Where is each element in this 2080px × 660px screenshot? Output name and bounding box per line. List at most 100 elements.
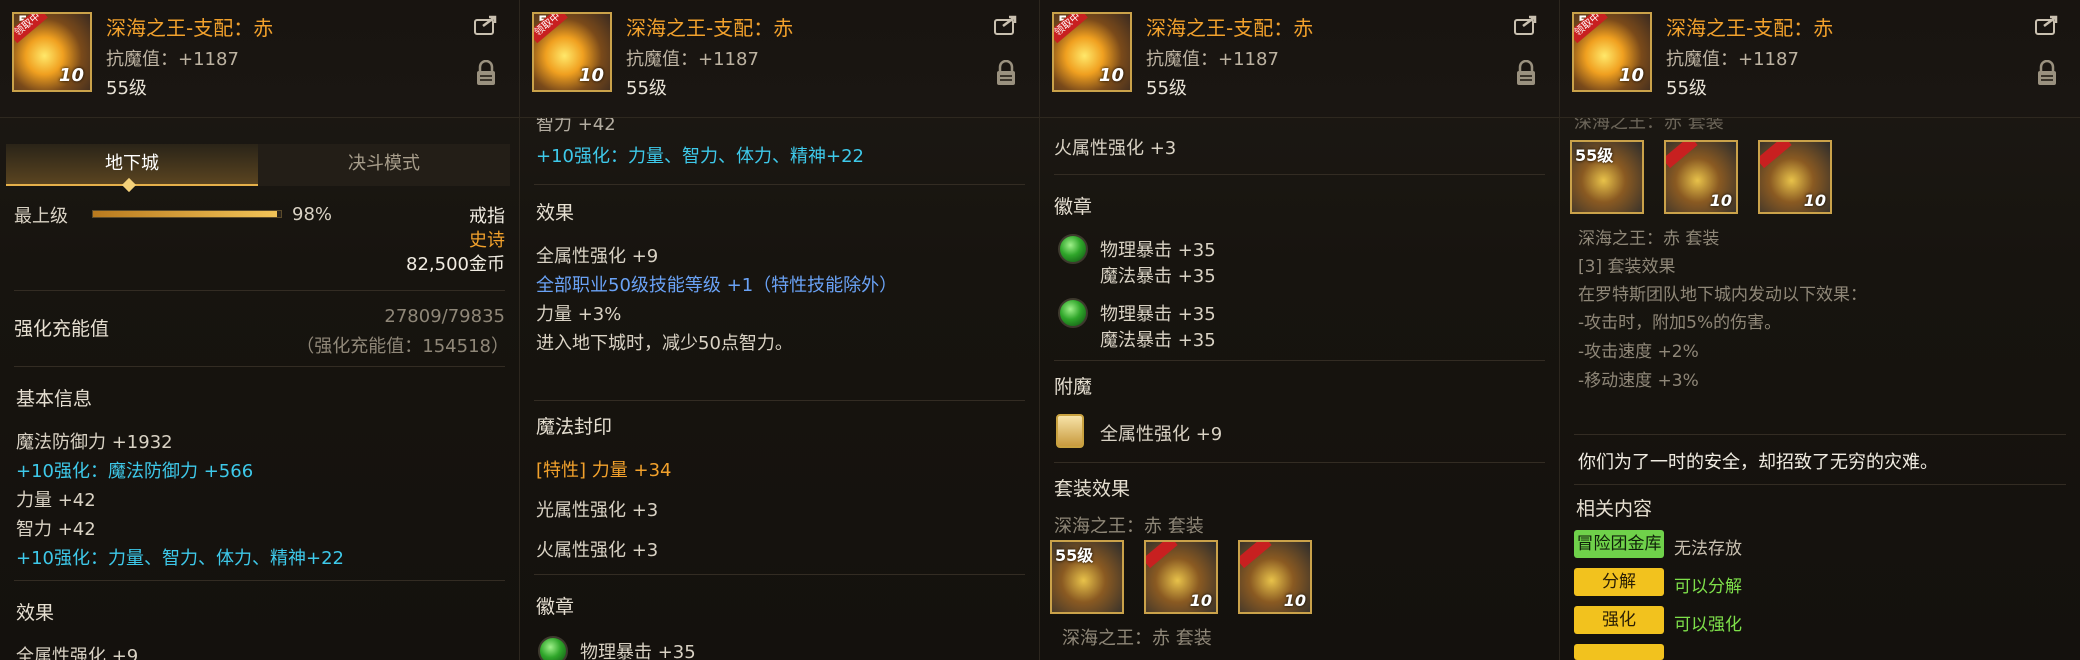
share-icon[interactable] [2034,14,2060,36]
thumb-upgrade-badge: 10 [1709,191,1732,210]
icon-upgrade-badge: 10 [1098,65,1124,86]
green-emblem-icon [1058,298,1088,328]
divider [1574,434,2066,435]
tooltip-body: 火属性强化 +3 徽章 物理暴击 +35 魔法暴击 +35 物理暴击 +35 魔… [1040,118,1559,660]
item-rarity: 史诗 [469,230,505,251]
divider [1574,484,2066,485]
set-effect-title: 套装效果 [1054,478,1131,500]
lock-icon[interactable] [2036,59,2058,86]
green-emblem-icon [538,636,568,660]
basic-info-title: 基本信息 [16,388,93,410]
divider [534,574,1025,575]
basic-line-5: +10强化：力量、智力、体力、精神+22 [16,548,344,569]
seal-line-1: [特性] 力量 +34 [536,456,672,482]
basic-line-1: 魔法防御力 +1932 [16,432,173,453]
set-effect-line-4: -移动速度 +3% [1578,371,1699,391]
set-effect-line-2: -攻击时，附加5%的伤害。 [1578,313,1782,333]
set-item-thumb[interactable]: 10 [1238,540,1312,614]
tooltip-body: 智力 +42 +10强化：力量、智力、体力、精神+22 效果 全属性强化 +9 … [520,114,1039,660]
divider [1054,174,1545,175]
seal-title: 魔法封印 [536,416,613,438]
set-item-thumb[interactable]: 10 [1144,540,1218,614]
share-icon[interactable] [473,14,499,36]
related-desc-1: 无法存放 [1674,539,1742,559]
effect-title: 效果 [536,202,575,224]
divider [14,580,505,581]
divider [14,290,505,291]
set-item-thumb[interactable]: 55级 [1050,540,1124,614]
icon-upgrade-badge: 10 [58,65,84,86]
item-header: 55 领取中 10 深海之王-支配：赤 抗魔值：+1187 55级 [520,0,1039,118]
thumb-ribbon [1146,542,1178,569]
item-header: 55 领取中 10 深海之王-支配：赤 抗魔值：+1187 55级 [1560,0,2080,118]
set-caption: 深海之王：赤 套装 [1578,229,1720,249]
effect-line-2: 全部职业50级技能等级 +1（特性技能除外） [536,275,898,296]
item-name: 深海之王-支配：赤 [106,16,274,40]
grade-label: 最上级 [14,206,68,227]
tag-partial[interactable] [1574,644,1664,660]
green-emblem-icon [1058,234,1088,264]
item-resist: 抗魔值：+1187 [626,49,759,70]
item-icon: 55 领取中 10 [1052,12,1132,92]
basic-line-4: 智力 +42 [16,519,96,540]
thumb-level: 55级 [1575,146,1614,165]
seal-trait-value: 力量 +34 [591,460,672,481]
tooltip-panel-4: 55 领取中 10 深海之王-支配：赤 抗魔值：+1187 55级 深海之王：赤… [1560,0,2080,660]
charge-label: 强化充能值 [14,318,110,340]
emblem-1-line-b: 魔法暴击 +35 [1100,266,1216,287]
tab-duel[interactable]: 决斗模式 [258,144,510,186]
charge-value: 27809/79835 [384,306,505,327]
stat-line-cyan: +10强化：力量、智力、体力、精神+22 [536,146,864,167]
enchant-title: 附魔 [1054,376,1093,398]
item-name: 深海之王-支配：赤 [626,16,794,40]
item-icon: 55 领取中 10 [1572,12,1652,92]
thumb-upgrade-badge: 10 [1803,191,1826,210]
thumb-level: 55级 [1055,546,1094,565]
divider [14,366,505,367]
tooltip-panel-2: 55 领取中 10 深海之王-支配：赤 抗魔值：+1187 55级 智力 +42… [520,0,1040,660]
seal-trait-prefix: [特性] [536,460,587,481]
seal-line-3: 火属性强化 +3 [536,540,659,561]
grade-progress-fill [93,211,278,217]
effect-line-4: 进入地下城时，减少50点智力。 [536,333,793,354]
emblem-title: 徽章 [1054,196,1093,218]
item-icon: 55 领取中 10 [532,12,612,92]
mode-tabs: 地下城 决斗模式 [6,144,510,186]
thumb-upgrade-badge: 10 [1189,591,1212,610]
item-icon: 55 领取中 10 [12,12,92,92]
enchant-line: 全属性强化 +9 [1100,424,1223,445]
item-header: 55 领取中 10 深海之王-支配：赤 抗魔值：+1187 55级 [0,0,519,118]
tooltip-panel-3: 55 领取中 10 深海之王-支配：赤 抗魔值：+1187 55级 火属性强化 … [1040,0,1560,660]
related-title: 相关内容 [1576,498,1653,520]
set-item-thumb[interactable]: 10 [1664,140,1738,214]
set-name: 深海之王：赤 套装 [1054,516,1204,537]
grade-progress-bar [92,210,282,218]
basic-line-2: +10强化：魔法防御力 +566 [16,461,254,482]
tag-disassemble[interactable]: 分解 [1574,568,1664,596]
emblem-title: 徽章 [536,596,575,618]
grade-percent: 98% [292,204,333,225]
thumb-upgrade-badge: 10 [1283,591,1306,610]
tab-dungeon[interactable]: 地下城 [6,144,258,186]
item-level: 55级 [626,78,667,99]
basic-line-3: 力量 +42 [16,490,96,511]
lock-icon[interactable] [995,59,1017,86]
effect-line-3: 力量 +3% [536,304,622,325]
lock-icon[interactable] [475,59,497,86]
emblem-line-partial: 物理暴击 +35 [580,642,696,660]
item-level: 55级 [1146,78,1187,99]
item-name: 深海之王-支配：赤 [1146,16,1314,40]
thumb-ribbon [1760,142,1792,169]
share-icon[interactable] [993,14,1019,36]
tag-adventure-vault[interactable]: 冒险团金库 [1574,530,1664,558]
share-icon[interactable] [1513,14,1539,36]
item-header: 55 领取中 10 深海之王-支配：赤 抗魔值：+1187 55级 [1040,0,1559,118]
set-item-thumb[interactable]: 10 [1758,140,1832,214]
emblem-1-line-a: 物理暴击 +35 [1100,240,1216,261]
thumb-ribbon [1240,542,1272,569]
lock-icon[interactable] [1515,59,1537,86]
tag-reinforce[interactable]: 强化 [1574,606,1664,634]
tooltip-body: 深海之王：赤 套装 55级 10 10 深海之王：赤 套装 [3] 套装效果 在… [1560,112,2080,660]
item-level: 55级 [1666,78,1707,99]
set-item-thumb[interactable]: 55级 [1570,140,1644,214]
